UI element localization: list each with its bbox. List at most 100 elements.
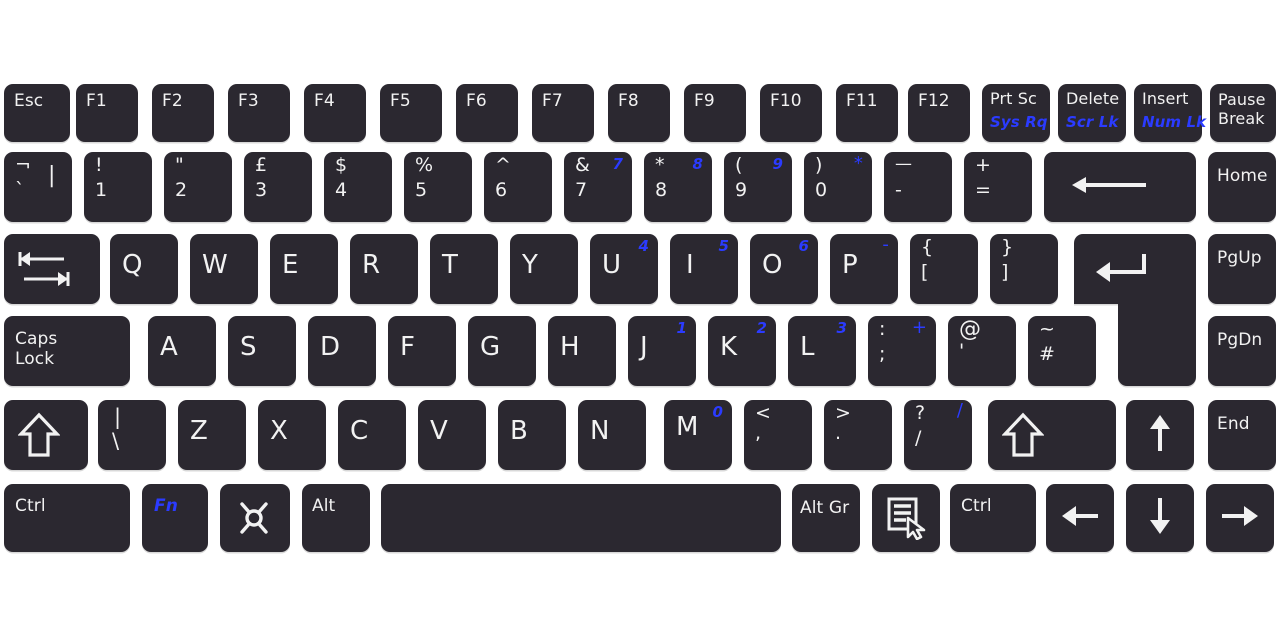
key-digit-7[interactable]: & 7 7 [564, 152, 632, 222]
key-letter-f[interactable]: F [388, 316, 456, 386]
key-comma[interactable]: < , [744, 400, 812, 470]
key-letter-a[interactable]: A [148, 316, 216, 386]
key-letter-k[interactable]: K 2 [708, 316, 776, 386]
key-digit-9[interactable]: ( 9 9 [724, 152, 792, 222]
arrow-right-icon [1220, 504, 1260, 532]
key-label: F12 [918, 91, 950, 111]
key-letter-e[interactable]: E [270, 234, 338, 304]
key-letter-c[interactable]: C [338, 400, 406, 470]
key-menu[interactable] [872, 484, 940, 552]
key-digit-6[interactable]: ^ 6 [484, 152, 552, 222]
key-space[interactable] [381, 484, 781, 552]
key-caps-lock[interactable]: Caps Lock [4, 316, 130, 386]
key-letter-p[interactable]: P - [830, 234, 898, 304]
key-letter-x[interactable]: X [258, 400, 326, 470]
key-label: B [510, 416, 528, 446]
key-delete[interactable]: Delete Scr Lk [1058, 84, 1126, 142]
key-letter-j[interactable]: J 1 [628, 316, 696, 386]
key-letter-i[interactable]: I 5 [670, 234, 738, 304]
key-letter-l[interactable]: L 3 [788, 316, 856, 386]
key-f9[interactable]: F9 [684, 84, 746, 142]
key-f8[interactable]: F8 [608, 84, 670, 142]
key-lower-label: 8 [655, 179, 668, 201]
key-letter-h[interactable]: H [548, 316, 616, 386]
key-alt-left[interactable]: Alt [302, 484, 370, 552]
key-digit-8[interactable]: * 8 8 [644, 152, 712, 222]
key-digit-4[interactable]: $ 4 [324, 152, 392, 222]
key-tab[interactable] [4, 234, 100, 304]
key-label: Caps Lock [15, 329, 58, 370]
key-shift-right[interactable] [988, 400, 1116, 470]
key-f5[interactable]: F5 [380, 84, 442, 142]
key-f4[interactable]: F4 [304, 84, 366, 142]
key-arrow-right[interactable] [1206, 484, 1274, 552]
key-hash[interactable]: ~ # [1028, 316, 1096, 386]
key-bracket-right[interactable]: } ] [990, 234, 1058, 304]
key-letter-m[interactable]: M 0 [664, 400, 732, 470]
key-home[interactable]: Home [1208, 152, 1276, 222]
key-letter-t[interactable]: T [430, 234, 498, 304]
key-period[interactable]: > . [824, 400, 892, 470]
key-fn[interactable]: Fn [142, 484, 208, 552]
key-page-down[interactable]: PgDn [1208, 316, 1276, 386]
key-shift-left[interactable] [4, 400, 88, 470]
key-f12[interactable]: F12 [908, 84, 970, 142]
key-f10[interactable]: F10 [760, 84, 822, 142]
key-arrow-down[interactable] [1126, 484, 1194, 552]
key-end[interactable]: End [1208, 400, 1276, 470]
key-lower-label: - [895, 179, 902, 201]
key-upper-label: ? [915, 402, 926, 424]
key-minus[interactable]: — - [884, 152, 952, 222]
key-apostrophe[interactable]: @ ' [948, 316, 1016, 386]
key-bracket-left[interactable]: { [ [910, 234, 978, 304]
key-semicolon[interactable]: : ; + [868, 316, 936, 386]
key-print-screen[interactable]: Prt Sc Sys Rq [982, 84, 1050, 142]
key-letter-b[interactable]: B [498, 400, 566, 470]
key-digit-3[interactable]: £ 3 [244, 152, 312, 222]
key-letter-n[interactable]: N [578, 400, 646, 470]
key-f11[interactable]: F11 [836, 84, 898, 142]
key-letter-d[interactable]: D [308, 316, 376, 386]
key-letter-q[interactable]: Q [110, 234, 178, 304]
key-super[interactable] [220, 484, 290, 552]
key-digit-0[interactable]: ) 0 * [804, 152, 872, 222]
key-digit-1[interactable]: ! 1 [84, 152, 152, 222]
key-page-up[interactable]: PgUp [1208, 234, 1276, 304]
key-equals[interactable]: + = [964, 152, 1032, 222]
key-alt-gr[interactable]: Alt Gr [792, 484, 860, 552]
key-arrow-up[interactable] [1126, 400, 1194, 470]
key-letter-y[interactable]: Y [510, 234, 578, 304]
key-backspace[interactable] [1044, 152, 1196, 222]
key-f7[interactable]: F7 [532, 84, 594, 142]
key-pause-break[interactable]: Pause Break [1210, 84, 1276, 142]
key-f2[interactable]: F2 [152, 84, 214, 142]
key-upper-label: ! [95, 154, 103, 176]
key-ctrl-right[interactable]: Ctrl [950, 484, 1036, 552]
key-f6[interactable]: F6 [456, 84, 518, 142]
key-insert[interactable]: Insert Num Lk [1134, 84, 1206, 142]
key-letter-s[interactable]: S [228, 316, 296, 386]
key-letter-u[interactable]: U 4 [590, 234, 658, 304]
key-upper-label: : [879, 318, 886, 340]
key-letter-v[interactable]: V [418, 400, 486, 470]
key-letter-o[interactable]: O 6 [750, 234, 818, 304]
key-alt-label: 1 [676, 319, 687, 337]
key-ctrl-left[interactable]: Ctrl [4, 484, 130, 552]
key-letter-r[interactable]: R [350, 234, 418, 304]
super-icon [236, 500, 272, 540]
key-slash[interactable]: ? / / [904, 400, 972, 470]
key-letter-g[interactable]: G [468, 316, 536, 386]
key-lower-label: \ [112, 429, 120, 453]
key-digit-5[interactable]: % 5 [404, 152, 472, 222]
key-letter-z[interactable]: Z [178, 400, 246, 470]
key-arrow-left[interactable] [1046, 484, 1114, 552]
key-letter-w[interactable]: W [190, 234, 258, 304]
key-digit-2[interactable]: " 2 [164, 152, 232, 222]
key-escape[interactable]: Esc [4, 84, 70, 142]
key-backtick[interactable]: ¬ | ` [4, 152, 72, 222]
key-label: Alt [312, 496, 336, 516]
key-f1[interactable]: F1 [76, 84, 138, 142]
key-alt-label: 8 [692, 155, 703, 173]
key-backslash[interactable]: | \ [98, 400, 166, 470]
key-f3[interactable]: F3 [228, 84, 290, 142]
